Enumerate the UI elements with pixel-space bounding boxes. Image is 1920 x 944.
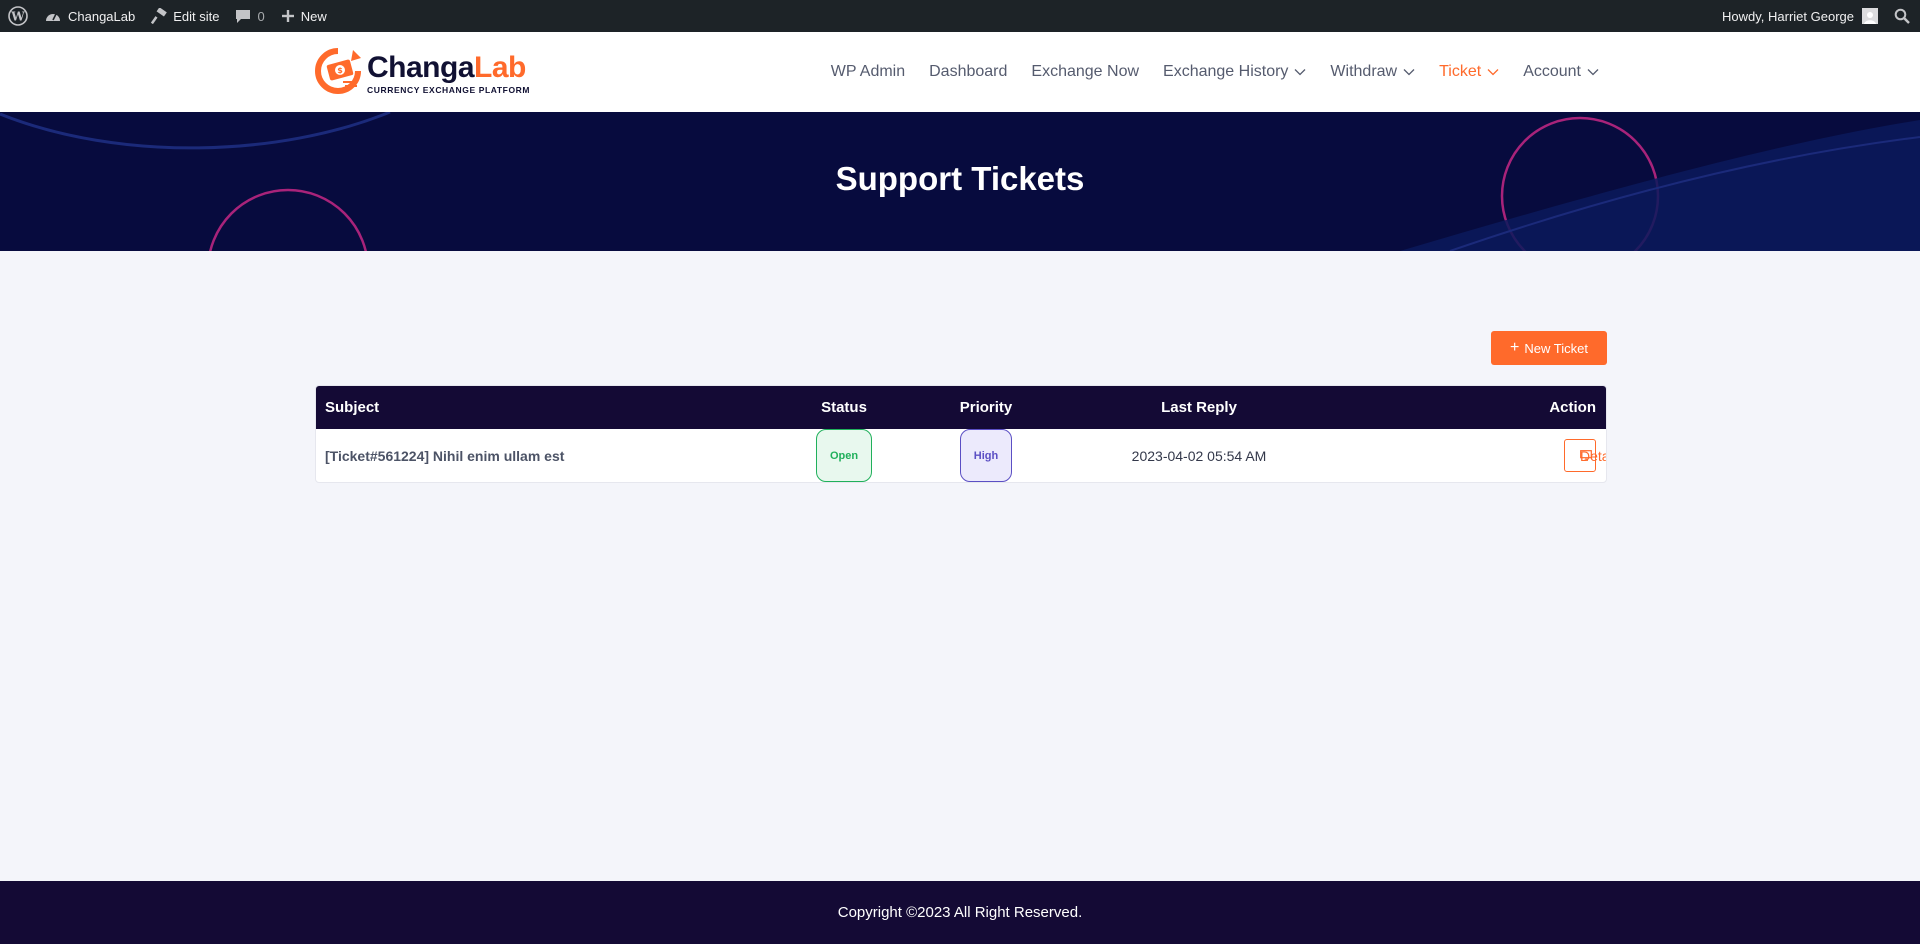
avatar (1862, 8, 1878, 24)
my-account-link[interactable]: Howdy, Harriet George (1714, 0, 1882, 32)
main-nav: WP Admin Dashboard Exchange Now Exchange… (831, 32, 1599, 112)
edit-site-label: Edit site (173, 8, 220, 24)
column-header-status: Status (821, 399, 867, 416)
action-cell: Details (1564, 429, 1606, 482)
nav-item-ticket[interactable]: Ticket (1439, 63, 1499, 81)
svg-text:W: W (10, 10, 25, 24)
logo-tagline: CURRENCY EXCHANGE PLATFORM (367, 84, 531, 95)
details-label: Details (1580, 447, 1606, 464)
status-cell: Open (804, 429, 884, 482)
nav-item-wp-admin[interactable]: WP Admin (831, 63, 905, 81)
howdy-label: Howdy, Harriet George (1722, 8, 1854, 24)
nav-item-dashboard[interactable]: Dashboard (929, 63, 1007, 81)
site-footer: Copyright ©2023 All Right Reserved. (0, 881, 1920, 944)
nav-item-account[interactable]: Account (1523, 63, 1599, 81)
new-ticket-button[interactable]: + New Ticket (1491, 331, 1607, 365)
tickets-table: Subject Status Priority Last Reply Actio… (315, 385, 1607, 483)
nav-item-exchange-history[interactable]: Exchange History (1163, 63, 1306, 81)
wp-admin-bar: W ChangaLab Edit site 0 New Howdy, Harri… (0, 0, 1920, 32)
last-reply-time: 2023-04-02 05:54 AM (1131, 447, 1267, 464)
edit-hammer-icon (151, 8, 168, 24)
plus-icon: + (1510, 339, 1520, 356)
page-banner: Support Tickets (0, 112, 1920, 251)
copyright-text: Copyright ©2023 All Right Reserved. (837, 904, 1083, 921)
wordpress-logo-icon[interactable]: W (0, 0, 36, 32)
logo-name: ChangaLab (367, 50, 526, 84)
site-logo[interactable]: $ ChangaLab CURRENCY EXCHANGE PLATFORM (313, 46, 530, 101)
new-content-label: New (300, 8, 327, 24)
site-header: $ ChangaLab CURRENCY EXCHANGE PLATFORM W… (0, 32, 1920, 112)
logo-text: ChangaLab CURRENCY EXCHANGE PLATFORM (367, 50, 531, 95)
chevron-down-icon (1587, 63, 1599, 81)
svg-text:$: $ (337, 66, 343, 75)
dashboard-gauge-icon (44, 8, 62, 24)
table-header: Subject Status Priority Last Reply Actio… (316, 386, 1606, 429)
status-badge: Open (815, 429, 873, 482)
comment-bubble-icon (235, 8, 251, 24)
page-title: Support Tickets (835, 160, 1085, 197)
column-header-subject: Subject (325, 399, 380, 416)
plus-icon (281, 9, 295, 23)
edit-site-link[interactable]: Edit site (143, 0, 227, 32)
exchange-logo-icon: $ (313, 46, 363, 101)
admin-search-icon[interactable] (1882, 0, 1920, 32)
details-button[interactable]: Details (1564, 439, 1606, 472)
chevron-down-icon (1487, 63, 1499, 81)
table-row: [Ticket#561224] Nihil enim ullam est Ope… (316, 429, 1606, 482)
nav-item-withdraw[interactable]: Withdraw (1330, 63, 1415, 81)
priority-badge: High (959, 429, 1013, 482)
comments-link[interactable]: 0 (227, 0, 272, 32)
column-header-last-reply: Last Reply (1161, 399, 1237, 416)
chevron-down-icon (1403, 63, 1415, 81)
nav-item-exchange-now[interactable]: Exchange Now (1031, 63, 1139, 81)
ticket-subject: [Ticket#561224] Nihil enim ullam est (325, 447, 565, 464)
new-ticket-label: New Ticket (1524, 340, 1588, 356)
new-content-link[interactable]: New (273, 0, 335, 32)
site-name-link[interactable]: ChangaLab (36, 0, 143, 32)
priority-cell: High (946, 429, 1026, 482)
chevron-down-icon (1294, 63, 1306, 81)
column-header-action: Action (1549, 399, 1596, 416)
comments-count: 0 (257, 8, 265, 24)
column-header-priority: Priority (959, 399, 1013, 416)
site-name-label: ChangaLab (68, 8, 136, 24)
